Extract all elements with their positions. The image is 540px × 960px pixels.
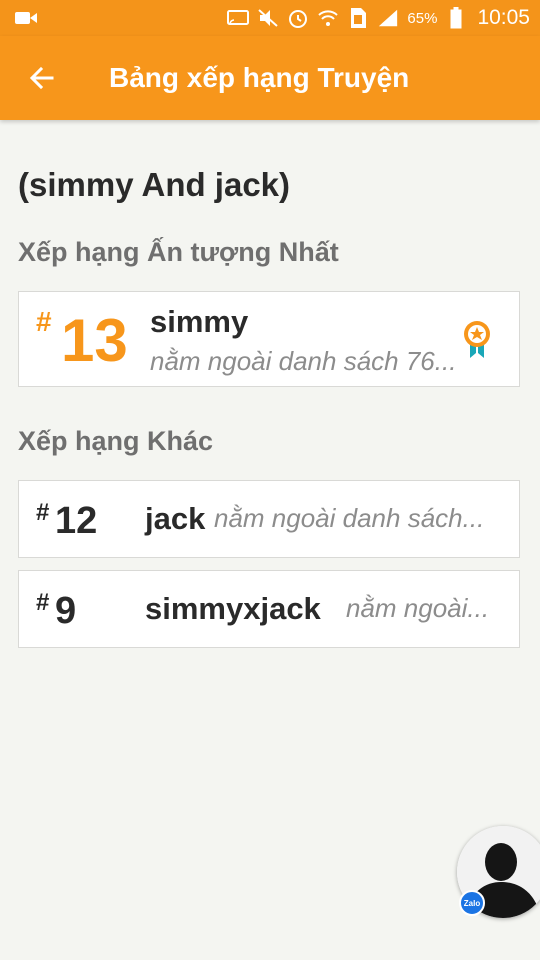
rank-number: 13 xyxy=(61,307,128,374)
sim-icon xyxy=(347,7,369,29)
clock: 10:05 xyxy=(477,6,530,29)
rank-number: 9 xyxy=(55,590,77,632)
page-title: Bảng xếp hạng Truyện xyxy=(109,62,410,93)
category-name: simmyxjack xyxy=(145,591,321,626)
back-button[interactable] xyxy=(24,60,60,96)
alarm-icon xyxy=(287,7,309,29)
zalo-badge: Zalo xyxy=(459,890,485,916)
video-camera-icon xyxy=(15,12,37,24)
signal-icon xyxy=(377,7,399,29)
rank-number: 12 xyxy=(55,500,98,542)
rank-description: nằm ngoài... xyxy=(346,593,490,623)
screen-cast-icon xyxy=(227,7,250,29)
battery-percent: 65% xyxy=(407,9,438,27)
top-rank-card[interactable]: # 13 simmy nằm ngoài danh sách 76... xyxy=(18,291,520,387)
wifi-icon xyxy=(317,7,339,29)
battery-icon xyxy=(445,7,467,29)
story-title: (simmy And jack) xyxy=(18,166,291,203)
section-label-impressive: Xếp hạng Ấn tượng Nhất xyxy=(18,237,339,267)
category-name: simmy xyxy=(150,304,249,339)
app-bar: Bảng xếp hạng Truyện xyxy=(0,36,540,120)
medal-icon xyxy=(464,321,490,358)
rank-card[interactable]: # 9 simmyxjack nằm ngoài... xyxy=(18,570,520,648)
rank-description: nằm ngoài danh sách... xyxy=(214,503,485,533)
rank-hash: # xyxy=(36,306,52,337)
status-icons: 65% 10:05 xyxy=(227,0,530,36)
section-label-other: Xếp hạng Khác xyxy=(18,426,214,456)
arrow-left-icon xyxy=(29,66,54,90)
rank-hash: # xyxy=(36,589,50,616)
status-bar: 65% 10:05 xyxy=(0,0,540,36)
rank-description: nằm ngoài danh sách 76... xyxy=(150,346,457,376)
mute-icon xyxy=(257,7,279,29)
rank-hash: # xyxy=(36,499,50,526)
rank-card[interactable]: # 12 jack nằm ngoài danh sách... xyxy=(18,480,520,558)
category-name: jack xyxy=(145,501,206,536)
